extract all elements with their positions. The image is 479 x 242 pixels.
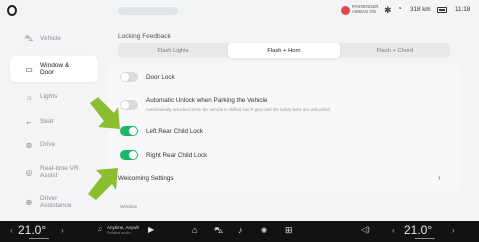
infotainment-screen: PASSENGER AIRBAG ON ✱ ◔ 318 km 11:18 ⛍ V… <box>0 0 479 242</box>
annotation-arrow-icon <box>88 168 118 200</box>
status-bar: PASSENGER AIRBAG ON ✱ ◔ 318 km 11:18 <box>0 0 479 22</box>
bluetooth-icon[interactable]: ✱ <box>384 5 392 16</box>
sidebar-item-lights[interactable]: ☼ Lights <box>10 86 98 108</box>
sidebar-item-drive[interactable]: ⊛ Drive <box>10 134 98 156</box>
window-door-settings: Locking Feedback Flash Lights Flash + Ho… <box>108 24 460 221</box>
clock: 11:18 <box>455 6 471 13</box>
sidebar-item-label: Drive <box>40 141 56 149</box>
sidebar-item-label: Window & Door <box>40 61 70 77</box>
auto-unlock-label: Automatic Unlock when Parking the Vehicl… <box>146 97 268 104</box>
bottom-dock: ‹ 21.0° › ♫ Anytime, Anywh Related audio… <box>0 221 479 242</box>
auto-unlock-description: Automatically unlocked when the vehicle … <box>146 107 332 112</box>
music-note-icon: ♫ <box>97 226 103 233</box>
blurred-title <box>118 7 178 15</box>
door-lock-label: Door Lock <box>146 74 175 81</box>
window-section-title: Window <box>120 205 138 210</box>
range-readout: 318 km <box>410 6 431 13</box>
chevron-right-icon[interactable]: › <box>438 173 441 182</box>
airbag-icon <box>341 6 350 15</box>
right-rear-child-lock-toggle[interactable] <box>120 150 138 160</box>
window-door-icon: ▭ <box>25 64 33 74</box>
settings-panel: Door Lock Automatic Unlock when Parking … <box>108 64 460 192</box>
locking-feedback-title: Locking Feedback <box>118 33 171 40</box>
lights-icon: ☼ <box>25 92 33 102</box>
volume-icon[interactable]: ◁) <box>361 225 370 234</box>
sidebar-item-label: Seat <box>40 118 54 126</box>
passenger-temperature[interactable]: 21.0° <box>404 223 432 237</box>
locking-option-flash-chord[interactable]: Flash + Chord <box>340 43 450 58</box>
vr-assist-icon: ◎ <box>25 167 33 177</box>
driver-temperature-indicator <box>29 238 49 239</box>
camera-360-icon[interactable]: ◉ <box>261 226 267 234</box>
locking-option-flash-horn[interactable]: Flash + Horn <box>228 43 340 58</box>
locking-feedback-selector: Flash Lights Flash + Horn Flash + Chord <box>118 43 450 58</box>
battery-icon <box>437 7 447 13</box>
locking-option-flash-lights[interactable]: Flash Lights <box>118 43 228 58</box>
steering-wheel-icon: ⊛ <box>25 140 33 150</box>
door-lock-toggle[interactable] <box>120 72 138 82</box>
driver-assistance-icon: ⊕ <box>25 197 33 207</box>
wifi-icon[interactable]: ◔ <box>397 4 402 13</box>
car-icon[interactable]: ⛍ <box>214 225 223 237</box>
welcoming-settings-link[interactable]: Welcoming Settings <box>118 175 174 182</box>
music-icon[interactable]: ♪ <box>238 225 243 235</box>
sidebar-item-label: Vehicle <box>40 35 61 43</box>
seat-icon: ⌐ <box>26 117 32 127</box>
sidebar-item-label: Driver Assistance <box>40 194 72 210</box>
chevron-right-icon[interactable]: › <box>452 226 455 235</box>
brand-logo <box>7 5 17 16</box>
home-icon[interactable]: ⌂ <box>192 225 197 235</box>
left-rear-child-lock-label: Left Rear Child Lock <box>146 128 204 135</box>
apps-grid-icon[interactable]: ⊞ <box>285 225 293 236</box>
sidebar-item-label: Real-time VR Assist <box>40 164 79 180</box>
chevron-left-icon[interactable]: ‹ <box>10 226 13 235</box>
play-icon[interactable]: ▶ <box>148 225 154 234</box>
chevron-left-icon[interactable]: ‹ <box>392 226 395 235</box>
car-icon: ⛍ <box>24 34 34 43</box>
sidebar-item-seat[interactable]: ⌐ Seat <box>10 111 98 133</box>
chevron-right-icon[interactable]: › <box>61 226 64 235</box>
sidebar-item-vehicle[interactable]: ⛍ Vehicle <box>10 28 98 50</box>
annotation-arrow-icon <box>90 97 120 129</box>
right-rear-child-lock-label: Right Rear Child Lock <box>146 152 208 159</box>
music-subtitle: Related audio <box>107 231 131 235</box>
music-title[interactable]: Anytime, Anywh <box>107 225 139 230</box>
driver-temperature[interactable]: 21.0° <box>18 223 46 237</box>
sidebar-item-window-door[interactable]: ▭ Window & Door <box>10 56 98 82</box>
sidebar-item-label: Lights <box>40 93 58 101</box>
airbag-status: PASSENGER AIRBAG ON <box>352 4 379 14</box>
passenger-temperature-indicator <box>415 238 435 239</box>
